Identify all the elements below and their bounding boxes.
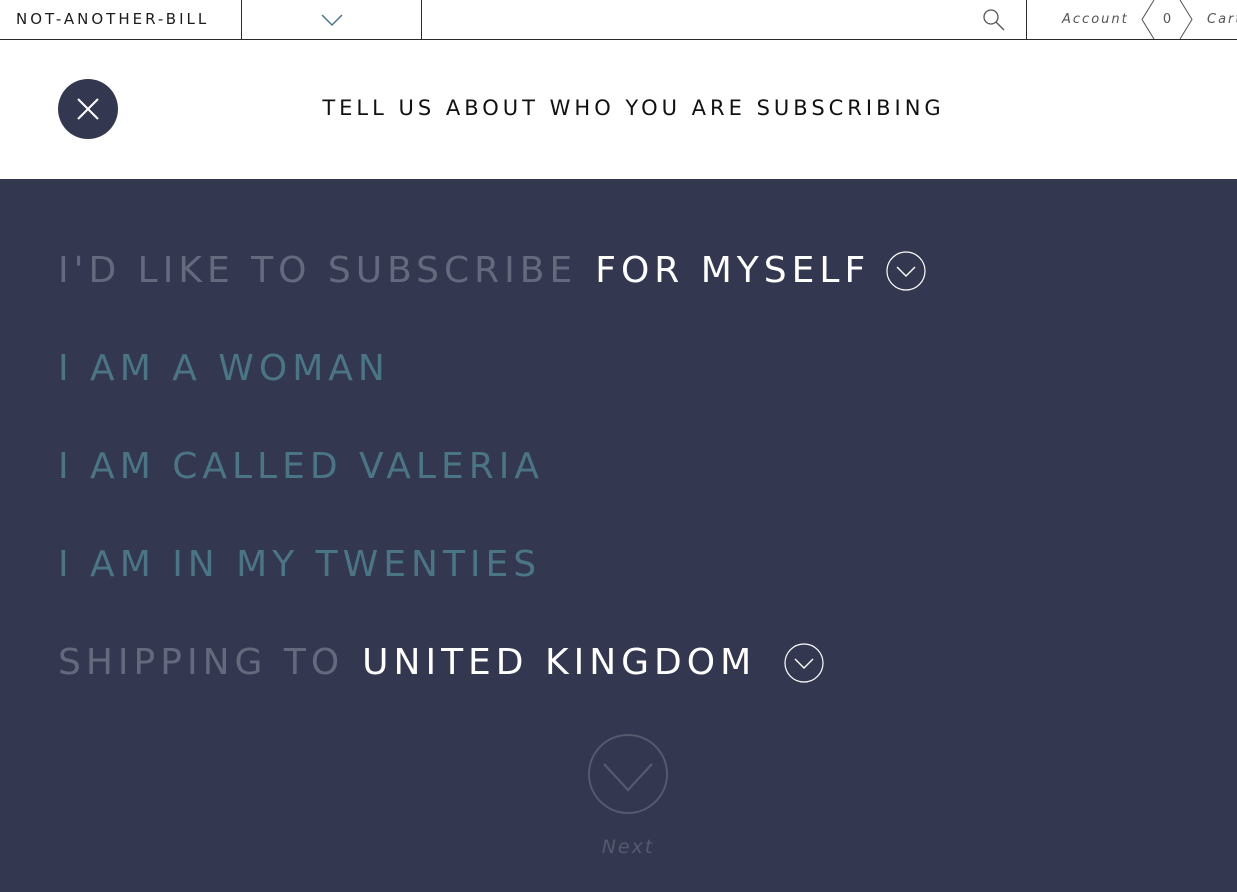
account-link[interactable]: Account xyxy=(1062,0,1129,39)
menu-dropdown-toggle[interactable] xyxy=(242,0,421,39)
subscribe-prefix: I'D LIKE TO SUBSCRIBE xyxy=(58,250,578,291)
cart-count: 0 xyxy=(1162,12,1172,27)
search-button[interactable] xyxy=(980,6,1008,34)
subscribe-for-select[interactable]: FOR MYSELF xyxy=(595,250,870,291)
subscription-header-panel: TELL US ABOUT WHO YOU ARE SUBSCRIBING xyxy=(0,40,1237,179)
next-label: Next xyxy=(601,836,655,858)
panel-title: TELL US ABOUT WHO YOU ARE SUBSCRIBING xyxy=(322,96,945,120)
cart-count-badge[interactable]: 0 xyxy=(1140,0,1194,39)
shipping-country-select[interactable]: UNITED KINGDOM xyxy=(362,642,756,683)
subscribe-for-line: I'D LIKE TO SUBSCRIBE FOR MYSELF xyxy=(58,250,926,291)
cart-link[interactable]: Cart xyxy=(1207,0,1237,39)
shipping-country-dropdown-button[interactable] xyxy=(784,642,824,683)
shipping-line: SHIPPING TO UNITED KINGDOM xyxy=(58,642,824,683)
subscribe-for-dropdown-button[interactable] xyxy=(886,250,926,291)
brand-logo[interactable]: NOT-ANOTHER-BILL xyxy=(16,0,209,39)
next-button[interactable]: Next xyxy=(587,734,669,858)
chevron-down-icon xyxy=(886,250,926,291)
chevron-down-circle-icon xyxy=(588,734,668,814)
chevron-down-icon xyxy=(784,642,824,683)
search-icon xyxy=(983,9,1005,31)
nav-divider xyxy=(421,0,422,39)
top-navigation-bar: NOT-ANOTHER-BILL Account 0 Cart xyxy=(0,0,1237,40)
age-line[interactable]: I AM IN MY TWENTIES xyxy=(58,544,541,585)
chevron-down-icon xyxy=(320,13,343,26)
name-line[interactable]: I AM CALLED VALERIA xyxy=(58,446,544,487)
gender-line[interactable]: I AM A WOMAN xyxy=(58,348,390,389)
shipping-prefix: SHIPPING TO xyxy=(58,642,345,683)
nav-divider xyxy=(1026,0,1027,39)
